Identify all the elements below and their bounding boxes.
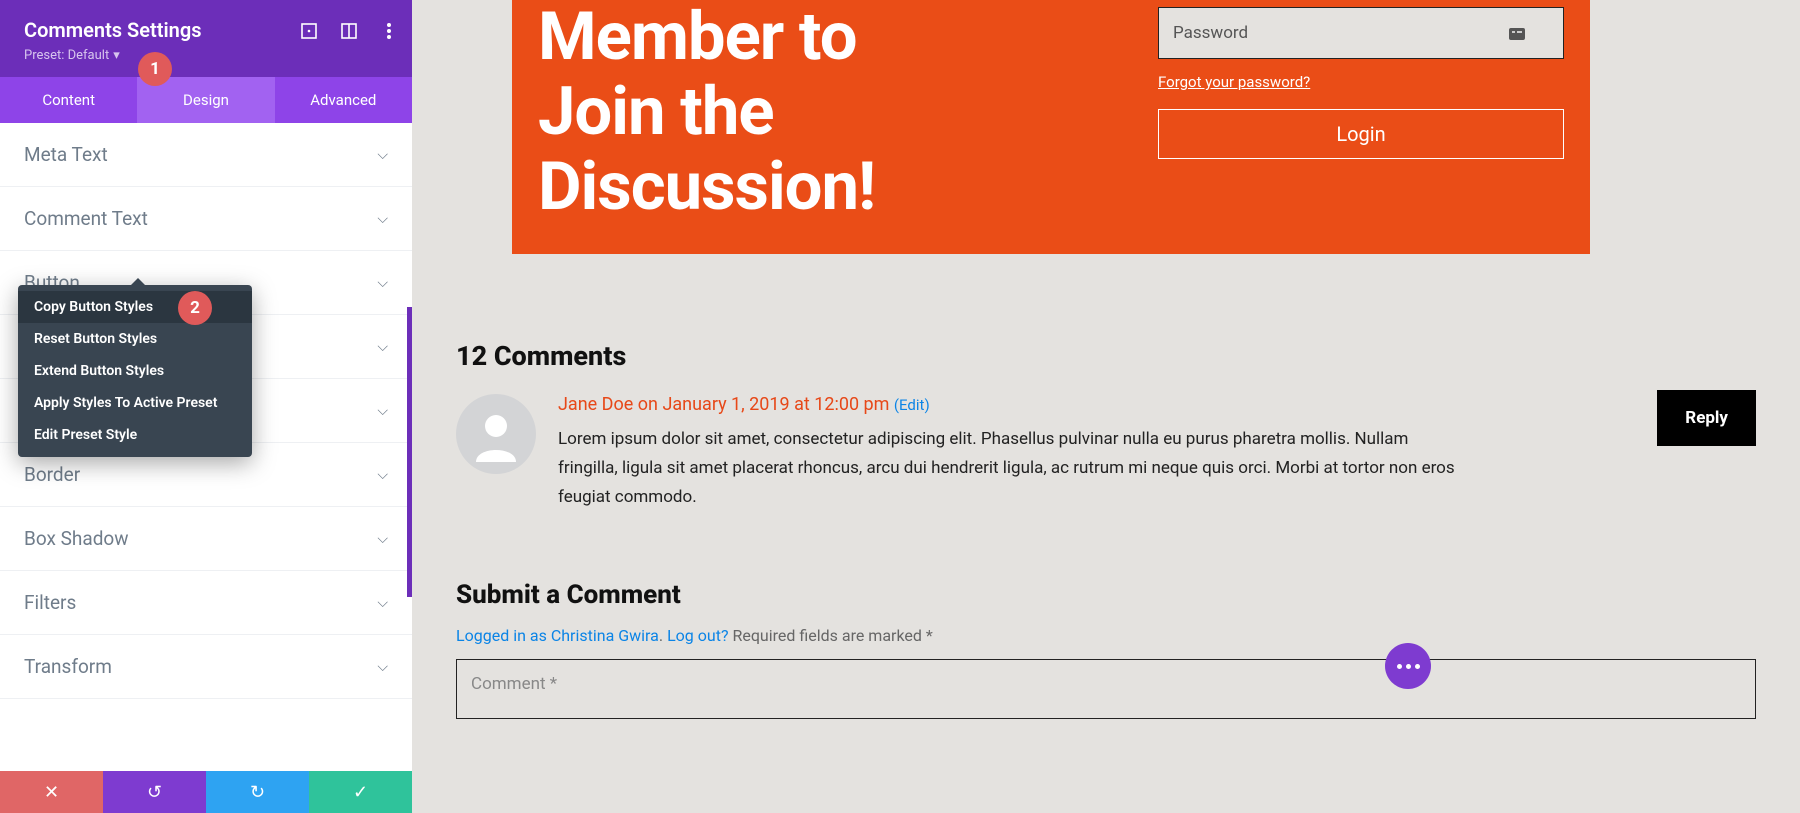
password-field[interactable] xyxy=(1158,7,1564,59)
settings-item-filters[interactable]: Filters⌵ xyxy=(0,571,412,635)
hero-section: Member to Join the Discussion! Forgot yo… xyxy=(512,0,1590,254)
tab-content[interactable]: Content xyxy=(0,77,137,123)
header-actions xyxy=(300,22,398,40)
layout-icon[interactable] xyxy=(340,22,358,40)
sidebar-tabs: Content Design Advanced xyxy=(0,77,412,123)
submit-heading: Submit a Comment xyxy=(456,580,1756,610)
ctx-apply-styles-preset[interactable]: Apply Styles To Active Preset xyxy=(18,387,252,419)
settings-item-transform[interactable]: Transform⌵ xyxy=(0,635,412,699)
comments-section: 12 Comments Jane Doe on January 1, 2019 … xyxy=(456,340,1756,542)
comment-edit-link[interactable]: (Edit) xyxy=(894,396,930,414)
chevron-down-icon: ⌵ xyxy=(377,467,388,483)
login-button[interactable]: Login xyxy=(1158,109,1564,159)
settings-item-comment-text[interactable]: Comment Text⌵ xyxy=(0,187,412,251)
logout-link[interactable]: Log out? xyxy=(667,626,728,645)
required-note: Required fields are marked * xyxy=(729,626,933,645)
comment-text: Lorem ipsum dolor sit amet, consectetur … xyxy=(558,425,1458,512)
comment-meta: Jane Doe on January 1, 2019 at 12:00 pm … xyxy=(558,394,1756,415)
ctx-copy-button-styles[interactable]: Copy Button Styles xyxy=(18,291,252,323)
chevron-down-icon: ⌵ xyxy=(377,531,388,547)
ctx-edit-preset-style[interactable]: Edit Preset Style xyxy=(18,419,252,451)
hero-title: Member to Join the Discussion! xyxy=(538,0,1158,225)
sidebar-header: Comments Settings Preset: Default ▾ xyxy=(0,0,412,77)
chevron-down-icon: ⌵ xyxy=(377,147,388,163)
chevron-down-icon: ⌵ xyxy=(377,211,388,227)
chevron-down-icon: ⌵ xyxy=(377,275,388,291)
redo-button[interactable]: ↻ xyxy=(206,771,309,813)
chevron-down-icon: ⌵ xyxy=(377,339,388,355)
comments-heading: 12 Comments xyxy=(456,340,1756,372)
floating-action-button[interactable] xyxy=(1385,643,1431,689)
avatar xyxy=(456,394,536,474)
comment-author[interactable]: Jane Doe xyxy=(558,394,633,415)
comment-date-prefix: on xyxy=(633,394,662,415)
sidebar-footer: ✕ ↺ ↻ ✓ xyxy=(0,771,412,813)
submit-meta: Logged in as Christina Gwira. Log out? R… xyxy=(456,626,1756,645)
page-preview: Member to Join the Discussion! Forgot yo… xyxy=(412,0,1800,813)
caret-down-icon: ▾ xyxy=(113,48,120,63)
comment-date: January 1, 2019 at 12:00 pm xyxy=(662,394,889,415)
annotation-badge-1: 1 xyxy=(138,52,172,86)
logged-in-link[interactable]: Logged in as Christina Gwira xyxy=(456,626,659,645)
expand-icon[interactable] xyxy=(300,22,318,40)
ctx-reset-button-styles[interactable]: Reset Button Styles xyxy=(18,323,252,355)
settings-item-box-shadow[interactable]: Box Shadow⌵ xyxy=(0,507,412,571)
ctx-extend-button-styles[interactable]: Extend Button Styles xyxy=(18,355,252,387)
login-form: Forgot your password? Login xyxy=(1158,0,1564,228)
annotation-badge-2: 2 xyxy=(178,291,212,325)
more-icon[interactable] xyxy=(380,22,398,40)
comment-textarea[interactable] xyxy=(456,659,1756,719)
password-manager-icon[interactable] xyxy=(1508,25,1526,43)
context-menu: Copy Button Styles Reset Button Styles E… xyxy=(18,285,252,457)
chevron-down-icon: ⌵ xyxy=(377,403,388,419)
confirm-button[interactable]: ✓ xyxy=(309,771,412,813)
dots-icon xyxy=(1397,664,1420,669)
tab-advanced[interactable]: Advanced xyxy=(275,77,412,123)
chevron-down-icon: ⌵ xyxy=(377,659,388,675)
settings-item-meta-text[interactable]: Meta Text⌵ xyxy=(0,123,412,187)
undo-button[interactable]: ↺ xyxy=(103,771,206,813)
cancel-button[interactable]: ✕ xyxy=(0,771,103,813)
hero-text: Member to Join the Discussion! xyxy=(538,0,1158,228)
reply-button[interactable]: Reply xyxy=(1657,390,1756,446)
preset-label: Preset: Default xyxy=(24,48,109,63)
preset-selector[interactable]: Preset: Default ▾ xyxy=(24,48,388,63)
comment-item: Jane Doe on January 1, 2019 at 12:00 pm … xyxy=(456,394,1756,512)
forgot-password-link[interactable]: Forgot your password? xyxy=(1158,73,1310,91)
chevron-down-icon: ⌵ xyxy=(377,595,388,611)
comment-body: Jane Doe on January 1, 2019 at 12:00 pm … xyxy=(558,394,1756,512)
submit-comment-section: Submit a Comment Logged in as Christina … xyxy=(456,580,1756,723)
